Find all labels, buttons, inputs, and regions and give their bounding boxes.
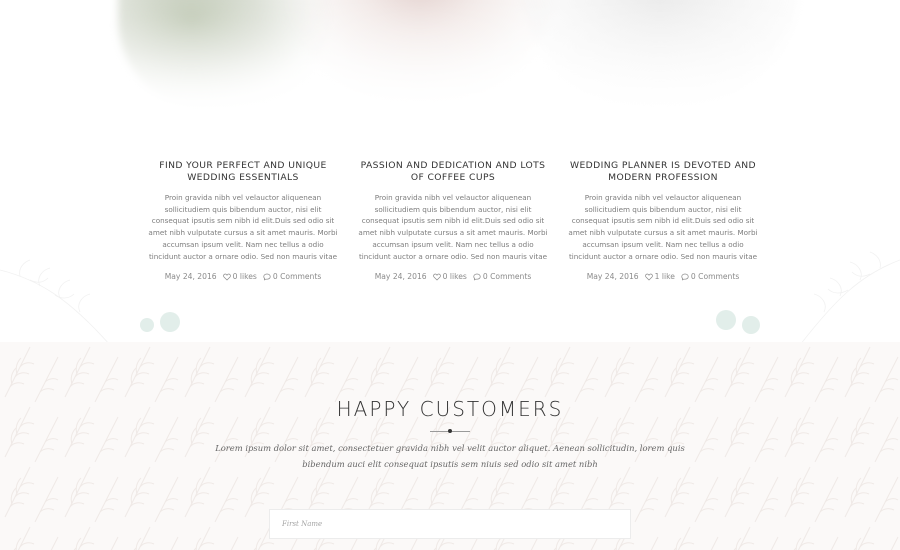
comment-bubble-icon xyxy=(473,273,481,281)
post-excerpt: Proin gravida nibh vel velauctor aliquen… xyxy=(358,193,548,261)
post-comments[interactable]: 0 Comments xyxy=(681,272,739,281)
post-title-link[interactable]: WEDDING PLANNER IS DEVOTED AND MODERN PR… xyxy=(568,160,758,186)
post-comments-label: 0 Comments xyxy=(690,272,740,282)
comment-bubble-icon xyxy=(263,273,271,281)
divider-line xyxy=(430,430,448,432)
happy-customers-section: HAPPY CUSTOMERS Lorem ipsum dolor sit am… xyxy=(0,342,900,550)
post-likes[interactable]: 0 likes xyxy=(432,272,467,282)
botanical-decoration-left xyxy=(0,259,111,346)
blog-post: FIND YOUR PERFECT AND UNIQUE WEDDING ESS… xyxy=(148,160,338,300)
blog-posts: FIND YOUR PERFECT AND UNIQUE WEDDING ESS… xyxy=(148,160,758,300)
comment-bubble-icon xyxy=(681,273,689,281)
hero-image xyxy=(0,0,900,120)
hero-fade-overlay xyxy=(0,0,900,120)
post-comments[interactable]: 0 Comments xyxy=(263,272,321,281)
section-intro: Lorem ipsum dolor sit amet, consectetuer… xyxy=(215,443,685,469)
section-title: HAPPY CUSTOMERS xyxy=(336,397,564,421)
post-comments[interactable]: 0 Comments xyxy=(473,272,531,281)
first-name-field[interactable] xyxy=(269,509,631,539)
post-meta: May 24, 2016 0 likes 0 Comments xyxy=(148,272,338,281)
blog-post: WEDDING PLANNER IS DEVOTED AND MODERN PR… xyxy=(568,160,758,300)
botanical-decoration-right xyxy=(799,251,900,346)
post-likes-label: 0 likes xyxy=(442,272,467,282)
heart-icon xyxy=(432,273,441,281)
post-date[interactable]: May 24, 2016 xyxy=(165,272,217,281)
title-divider xyxy=(430,429,470,433)
post-comments-label: 0 Comments xyxy=(482,272,532,282)
post-likes[interactable]: 0 likes xyxy=(222,272,257,282)
decorative-dot xyxy=(160,312,180,332)
page: FIND YOUR PERFECT AND UNIQUE WEDDING ESS… xyxy=(0,0,900,550)
post-likes-label: 0 likes xyxy=(232,272,257,282)
decorative-dot xyxy=(140,318,154,332)
post-title-link[interactable]: FIND YOUR PERFECT AND UNIQUE WEDDING ESS… xyxy=(148,160,338,186)
post-likes[interactable]: 1 like xyxy=(644,272,675,282)
post-date[interactable]: May 24, 2016 xyxy=(375,272,427,281)
post-meta: May 24, 2016 1 like 0 Comments xyxy=(568,272,758,281)
post-excerpt: Proin gravida nibh vel velauctor aliquen… xyxy=(568,193,758,261)
decorative-dot xyxy=(742,316,760,334)
post-likes-label: 1 like xyxy=(654,272,675,282)
post-excerpt: Proin gravida nibh vel velauctor aliquen… xyxy=(148,193,338,261)
post-meta: May 24, 2016 0 likes 0 Comments xyxy=(358,272,548,281)
decorative-dot xyxy=(716,310,736,330)
divider-line xyxy=(452,430,470,432)
blog-post: PASSION AND DEDICATION AND LOTS OF COFFE… xyxy=(358,160,548,300)
heart-icon xyxy=(644,273,653,281)
post-comments-label: 0 Comments xyxy=(272,272,322,282)
post-title-link[interactable]: PASSION AND DEDICATION AND LOTS OF COFFE… xyxy=(358,160,548,186)
heart-icon xyxy=(222,273,231,281)
post-date[interactable]: May 24, 2016 xyxy=(587,272,639,281)
